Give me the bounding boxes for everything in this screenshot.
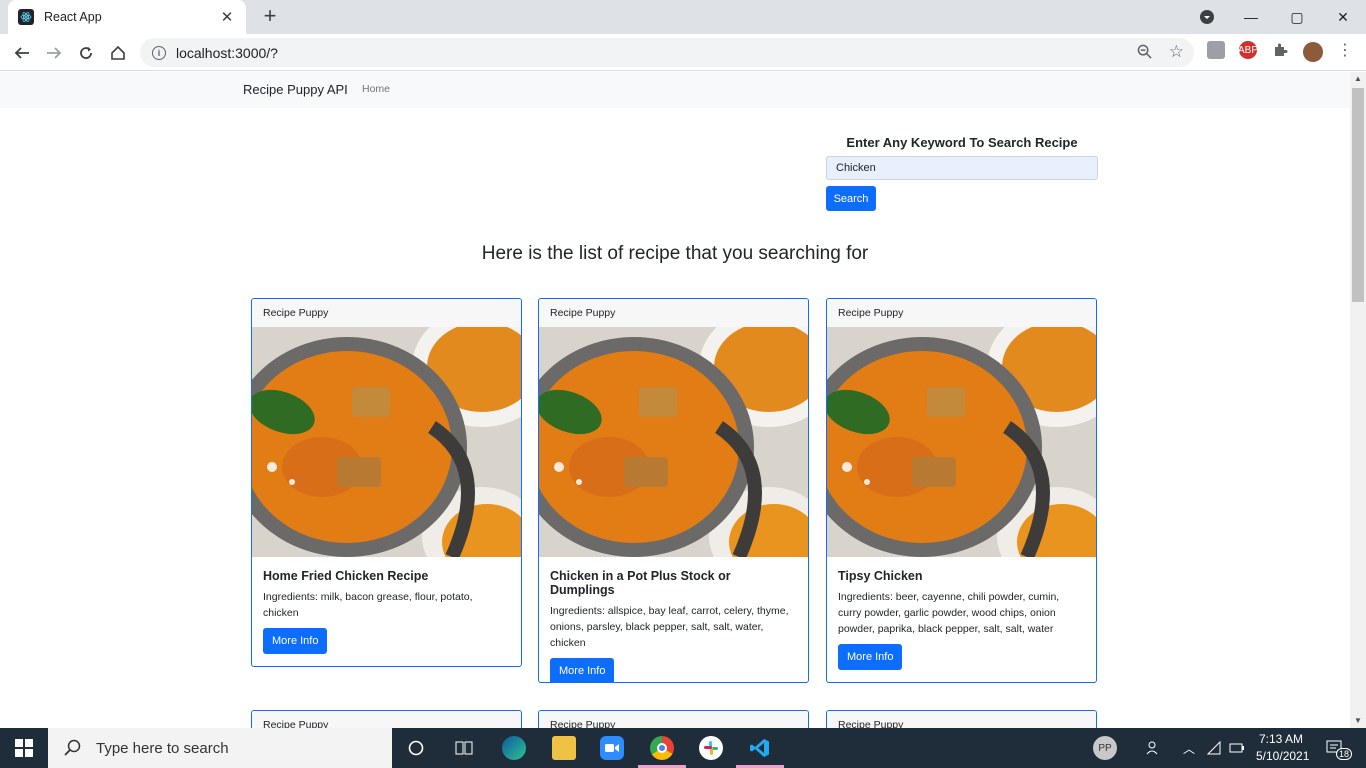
puzzle-icon[interactable] bbox=[1271, 41, 1289, 59]
card-ingredients: Ingredients: allspice, bay leaf, carrot,… bbox=[550, 605, 789, 649]
profile-avatar[interactable] bbox=[1303, 42, 1323, 62]
search-input[interactable] bbox=[826, 156, 1098, 180]
zoom-icon[interactable] bbox=[1137, 44, 1152, 62]
browser-tab-bar: React App ✕ + — ▢ ✕ bbox=[0, 0, 1366, 34]
card-ingredients: Ingredients: beer, cayenne, chili powder… bbox=[838, 591, 1060, 635]
recipe-card: Recipe Puppy bbox=[251, 710, 522, 728]
page-scrollbar[interactable]: ▲ ▼ bbox=[1350, 72, 1366, 728]
recipe-image bbox=[252, 327, 521, 557]
chrome-icon[interactable] bbox=[650, 736, 674, 760]
recipe-card: Recipe Puppy Chicken in a Pot Plus Stock… bbox=[538, 298, 809, 683]
reload-icon[interactable] bbox=[73, 40, 99, 66]
site-info-icon[interactable]: i bbox=[152, 45, 166, 60]
taskbar-search-placeholder: Type here to search bbox=[96, 739, 229, 757]
browser-tab[interactable]: React App ✕ bbox=[8, 0, 246, 34]
extension-icon-1[interactable] bbox=[1207, 41, 1225, 59]
battery-icon[interactable] bbox=[1225, 736, 1249, 760]
navbar: Recipe Puppy API Home bbox=[0, 72, 1350, 108]
recipe-card: Recipe Puppy Home Fried Chicken Recipe I… bbox=[251, 298, 522, 667]
minimize-button[interactable]: — bbox=[1228, 0, 1274, 34]
adblock-icon[interactable]: ABP bbox=[1238, 41, 1258, 59]
file-explorer-icon[interactable] bbox=[552, 736, 576, 760]
card-header: Recipe Puppy bbox=[252, 711, 521, 728]
task-view-icon[interactable] bbox=[452, 736, 476, 760]
address-bar[interactable]: i localhost:3000/? ☆ bbox=[140, 38, 1194, 67]
search-label: Enter Any Keyword To Search Recipe bbox=[846, 135, 1078, 150]
card-title: Tipsy Chicken bbox=[838, 569, 923, 583]
card-header: Recipe Puppy bbox=[539, 711, 808, 728]
restore-button[interactable]: ▢ bbox=[1274, 0, 1320, 34]
close-window-button[interactable]: ✕ bbox=[1320, 0, 1366, 34]
people-icon[interactable] bbox=[1142, 736, 1166, 760]
back-arrow-icon[interactable] bbox=[9, 40, 35, 66]
page-viewport: Recipe Puppy API Home Enter Any Keyword … bbox=[0, 72, 1350, 728]
bookmark-star-icon[interactable]: ☆ bbox=[1169, 42, 1184, 62]
results-heading: Here is the list of recipe that you sear… bbox=[481, 243, 869, 264]
notification-count: 18 bbox=[1336, 748, 1353, 760]
more-info-button[interactable]: More Info bbox=[550, 658, 615, 682]
card-ingredients: Ingredients: milk, bacon grease, flour, … bbox=[263, 591, 473, 619]
clock-date[interactable]: 5/10/2021 bbox=[1256, 749, 1309, 763]
recipe-card: Recipe Puppy bbox=[538, 710, 809, 728]
edge-icon[interactable] bbox=[502, 736, 526, 760]
card-title: Chicken in a Pot Plus Stock or Dumplings bbox=[550, 569, 731, 597]
zoom-app-icon[interactable] bbox=[600, 736, 624, 760]
card-header: Recipe Puppy bbox=[827, 711, 1096, 728]
profile-menu-icon[interactable] bbox=[1184, 0, 1230, 34]
chevron-up-icon[interactable]: ︿ bbox=[1177, 736, 1201, 760]
navbar-brand[interactable]: Recipe Puppy API bbox=[243, 82, 348, 97]
forward-arrow-icon[interactable] bbox=[41, 40, 67, 66]
browser-toolbar: i localhost:3000/? ☆ bbox=[0, 34, 1366, 71]
more-info-button[interactable]: More Info bbox=[263, 628, 328, 654]
home-icon[interactable] bbox=[105, 40, 131, 66]
new-tab-button[interactable]: + bbox=[259, 5, 281, 29]
slack-icon[interactable] bbox=[699, 736, 723, 760]
cortana-icon[interactable] bbox=[404, 736, 428, 760]
search-icon bbox=[64, 739, 81, 756]
card-header: Recipe Puppy bbox=[539, 299, 808, 327]
menu-kebab-icon[interactable]: ⋮ bbox=[1336, 41, 1354, 59]
windows-taskbar: Type here to search PP ︿ 7:13 AM 5/10/20… bbox=[0, 728, 1366, 768]
recipe-card: Recipe Puppy Tipsy Chicken Ingredients: … bbox=[826, 298, 1097, 683]
wifi-icon[interactable] bbox=[1202, 736, 1226, 760]
card-header: Recipe Puppy bbox=[827, 299, 1096, 327]
taskbar-search[interactable]: Type here to search bbox=[48, 728, 392, 768]
react-icon bbox=[18, 9, 34, 25]
scroll-up-icon[interactable]: ▲ bbox=[1350, 72, 1366, 86]
clock-time[interactable]: 7:13 AM bbox=[1259, 732, 1303, 746]
card-title: Home Fried Chicken Recipe bbox=[263, 569, 429, 583]
recipe-image bbox=[539, 327, 808, 557]
windows-start-icon[interactable] bbox=[0, 728, 48, 768]
recipe-image bbox=[827, 327, 1096, 557]
card-header: Recipe Puppy bbox=[252, 299, 521, 327]
search-button[interactable]: Search bbox=[826, 186, 876, 211]
nav-home-link[interactable]: Home bbox=[362, 83, 390, 95]
tab-title: React App bbox=[44, 10, 102, 24]
scroll-thumb[interactable] bbox=[1352, 88, 1364, 302]
user-avatar[interactable]: PP bbox=[1093, 736, 1117, 760]
vscode-icon[interactable] bbox=[748, 736, 772, 760]
more-info-button[interactable]: More Info bbox=[838, 644, 903, 670]
recipe-card: Recipe Puppy bbox=[826, 710, 1097, 728]
scroll-down-icon[interactable]: ▼ bbox=[1350, 714, 1366, 728]
address-url[interactable]: localhost:3000/? bbox=[176, 45, 278, 61]
tab-close-icon[interactable]: ✕ bbox=[218, 8, 236, 26]
